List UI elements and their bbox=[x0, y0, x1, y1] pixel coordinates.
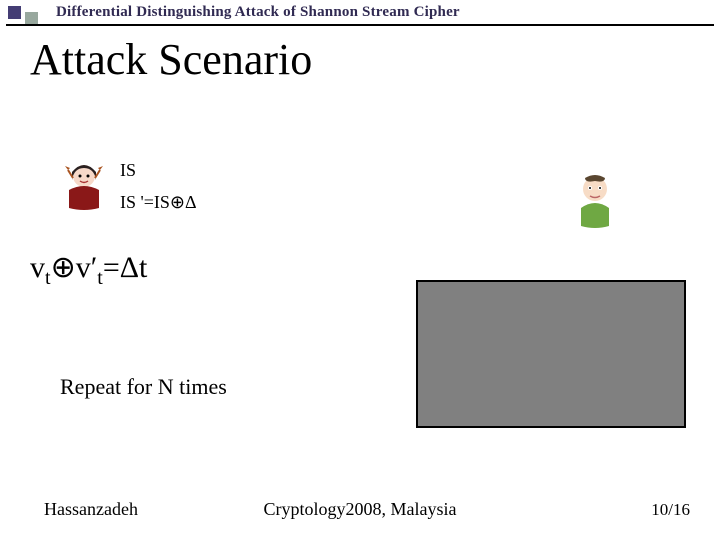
bullet-square-primary-icon bbox=[8, 6, 21, 19]
slide-footer: Hassanzadeh Cryptology2008, Malaysia 10/… bbox=[0, 496, 720, 520]
is-prime-equation: IS '=IS⊕Δ bbox=[120, 192, 197, 213]
user-avatar-icon bbox=[572, 174, 618, 228]
is-label: IS bbox=[120, 160, 136, 181]
header-rule bbox=[6, 24, 714, 26]
footer-page-number: 10/16 bbox=[651, 500, 690, 520]
header-title: Differential Distinguishing Attack of Sh… bbox=[56, 4, 460, 21]
difference-equation: vt⊕v′t=Δt bbox=[30, 250, 147, 290]
repeat-instruction: Repeat for N times bbox=[60, 374, 227, 400]
slide-header: Differential Distinguishing Attack of Sh… bbox=[0, 0, 720, 24]
footer-venue: Cryptology2008, Malaysia bbox=[0, 499, 720, 520]
slide-title: Attack Scenario bbox=[30, 34, 312, 85]
placeholder-box-icon bbox=[416, 280, 686, 428]
attacker-avatar-icon bbox=[62, 160, 106, 210]
bullet-square-secondary-icon bbox=[25, 12, 38, 25]
